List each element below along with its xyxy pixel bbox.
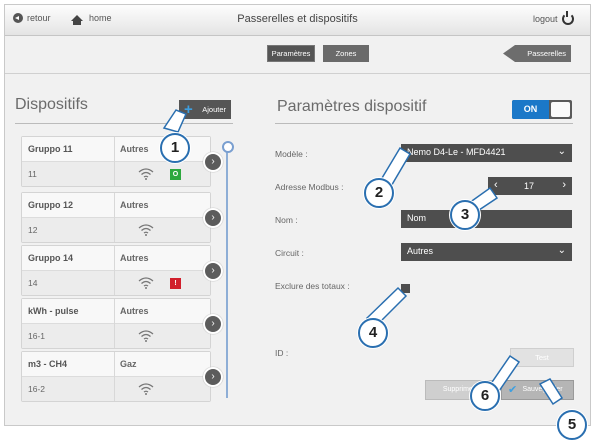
nom-placeholder: Nom (407, 213, 427, 223)
settings-title: Paramètres dispositif (277, 98, 427, 115)
logout-label: logout (533, 14, 558, 24)
scrollbar-handle[interactable] (222, 141, 234, 153)
left-title-underline (15, 123, 233, 124)
wifi-icon (138, 330, 154, 342)
device-name: Gruppo 12 (28, 200, 74, 210)
add-device-button[interactable]: + Ajouter (179, 100, 231, 119)
circuit-label: Circuit : (275, 248, 304, 258)
device-open-chevron-icon[interactable]: › (203, 152, 223, 172)
device-card[interactable]: Gruppo 11 Autres 11 O › (21, 136, 223, 187)
column-divider (114, 246, 115, 295)
wifi-icon (138, 224, 154, 236)
exclure-checkbox[interactable] (401, 284, 410, 293)
device-card[interactable]: kWh - pulse Autres 16-1 › (21, 298, 223, 349)
circuit-value: Autres (407, 246, 434, 256)
device-category: Autres (120, 200, 149, 210)
column-divider (114, 352, 115, 401)
device-row-bottom: 16-1 (22, 324, 210, 348)
status-badge-alert: ! (170, 278, 181, 289)
device-row-bottom: 12 (22, 218, 210, 242)
divider (5, 73, 590, 74)
device-row-bottom: 16-2 (22, 377, 210, 401)
device-number: 16-1 (28, 331, 46, 341)
delete-button[interactable]: Supprimer (425, 380, 493, 400)
nom-input[interactable]: Nom (401, 210, 572, 228)
exclure-label: Exclure des totaux : (275, 281, 350, 291)
device-row-top: Gruppo 12 Autres (22, 193, 210, 218)
device-category: Gaz (120, 359, 137, 369)
chevron-down-icon: ⌄ (557, 146, 566, 157)
modele-select[interactable]: Nemo D4-Le - MFD4421 ⌄ (401, 144, 572, 162)
device-row-bottom: 11 O (22, 162, 210, 186)
toggle-on-label: ON (512, 100, 549, 119)
tab-zones[interactable]: Zones (323, 45, 369, 62)
wifi-icon (138, 168, 154, 180)
wifi-icon (138, 277, 154, 289)
passerelles-button[interactable]: Passerelles (503, 45, 571, 62)
plus-icon: + (184, 101, 193, 118)
save-label: Sauvegarder (522, 386, 563, 393)
app-window: retour home Passerelles et dispositifs l… (4, 4, 591, 426)
add-label: Ajouter (202, 105, 226, 114)
logout-button[interactable]: logout (533, 11, 574, 25)
modbus-label: Adresse Modbus : (275, 182, 344, 192)
save-button[interactable]: ✔ Sauvegarder (501, 380, 574, 400)
device-name: kWh - pulse (28, 306, 79, 316)
chevron-down-icon: ⌄ (557, 245, 566, 256)
tab-parametres[interactable]: Paramètres (267, 45, 315, 62)
circuit-select[interactable]: Autres ⌄ (401, 243, 572, 261)
device-number: 11 (28, 169, 37, 179)
device-category: Autres (120, 253, 149, 263)
device-name: Gruppo 11 (28, 144, 73, 154)
device-category: Autres (120, 306, 149, 316)
device-row-bottom: 14 ! (22, 271, 210, 295)
page-title: Passerelles et dispositifs (237, 13, 358, 25)
decrement-icon[interactable]: ‹ (494, 179, 498, 191)
device-number: 14 (28, 278, 38, 288)
device-open-chevron-icon[interactable]: › (203, 208, 223, 228)
device-open-chevron-icon[interactable]: › (203, 261, 223, 281)
device-card[interactable]: Gruppo 12 Autres 12 › (21, 192, 223, 243)
device-open-chevron-icon[interactable]: › (203, 367, 223, 387)
increment-icon[interactable]: › (562, 179, 566, 191)
test-button[interactable]: Test (510, 348, 574, 367)
power-icon (561, 11, 574, 25)
device-number: 16-2 (28, 384, 46, 394)
device-card[interactable]: m3 - CH4 Gaz 16-2 › (21, 351, 223, 402)
toggle-knob (551, 102, 570, 117)
top-bar: retour home Passerelles et dispositifs l… (5, 5, 590, 36)
device-card[interactable]: Gruppo 14 Autres 14 ! › (21, 245, 223, 296)
modele-value: Nemo D4-Le - MFD4421 (407, 147, 506, 157)
status-badge-ok: O (170, 169, 181, 180)
device-row-top: m3 - CH4 Gaz (22, 352, 210, 377)
column-divider (114, 137, 115, 186)
on-off-toggle[interactable]: ON (512, 100, 572, 119)
device-name: Gruppo 14 (28, 253, 74, 263)
list-scrollbar[interactable] (226, 148, 228, 398)
device-number: 12 (28, 225, 38, 235)
right-title-underline (275, 123, 573, 124)
device-row-top: Gruppo 11 Autres (22, 137, 210, 162)
check-icon: ✔ (508, 384, 518, 396)
nom-label: Nom : (275, 215, 298, 225)
device-category: Autres (120, 144, 149, 154)
device-row-top: kWh - pulse Autres (22, 299, 210, 324)
id-label: ID : (275, 348, 289, 358)
wifi-icon (138, 383, 154, 395)
column-divider (114, 193, 115, 242)
modbus-value: 17 (524, 181, 535, 191)
device-open-chevron-icon[interactable]: › (203, 314, 223, 334)
devices-title: Dispositifs (15, 96, 88, 113)
modbus-stepper[interactable]: ‹ 17 › (488, 177, 572, 195)
modele-label: Modèle : (275, 149, 308, 159)
device-row-top: Gruppo 14 Autres (22, 246, 210, 271)
column-divider (114, 299, 115, 348)
device-name: m3 - CH4 (28, 359, 68, 369)
